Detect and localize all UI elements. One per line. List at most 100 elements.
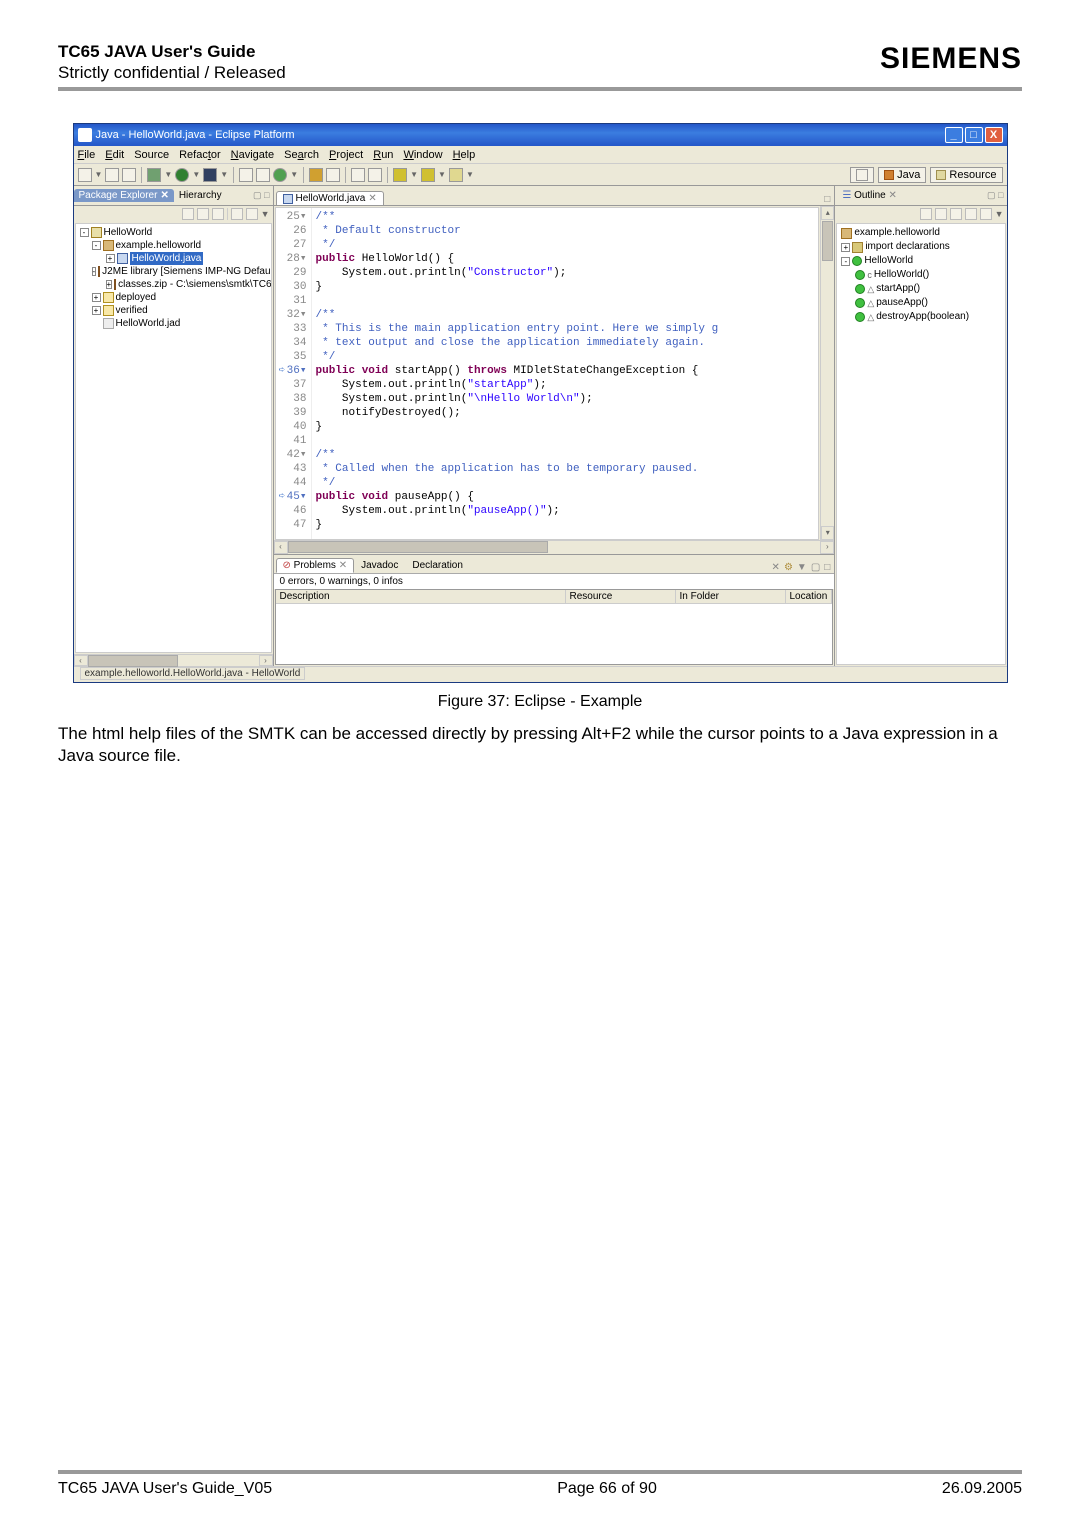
tab-outline[interactable]: ☰ Outline ✕ bbox=[837, 189, 902, 202]
tree-jad[interactable]: HelloWorld.jad bbox=[78, 317, 269, 330]
footer-divider bbox=[58, 1470, 1022, 1474]
menu-source[interactable]: Source bbox=[134, 149, 169, 161]
run-icon[interactable] bbox=[175, 168, 189, 182]
tab-package-explorer[interactable]: Package Explorer✕ bbox=[74, 189, 174, 202]
hide-local-icon[interactable] bbox=[980, 208, 992, 220]
tab-javadoc[interactable]: Javadoc bbox=[354, 558, 405, 573]
hide-static-icon[interactable] bbox=[950, 208, 962, 220]
filter-menu-icon[interactable]: ⚙ bbox=[784, 562, 793, 573]
problems-table[interactable]: Description Resource In Folder Location bbox=[275, 589, 834, 665]
tree-j2me-lib[interactable]: -J2ME library [Siemens IMP-NG Default D bbox=[78, 265, 269, 278]
close-icon[interactable]: ✕ bbox=[368, 193, 376, 204]
editor-horizontal-scrollbar[interactable]: ‹ › bbox=[274, 540, 835, 554]
header-divider bbox=[58, 87, 1022, 91]
outline-startapp[interactable]: △startApp() bbox=[839, 282, 1002, 296]
tree-package[interactable]: -example.helloworld bbox=[78, 239, 269, 252]
menu-project[interactable]: Project bbox=[329, 149, 363, 161]
footer-right: 26.09.2005 bbox=[942, 1480, 1022, 1498]
annotation-prev-icon[interactable] bbox=[351, 168, 365, 182]
new-icon[interactable] bbox=[78, 168, 92, 182]
up-nav-icon[interactable] bbox=[212, 208, 224, 220]
col-description[interactable]: Description bbox=[276, 590, 566, 603]
new-project-icon[interactable] bbox=[239, 168, 253, 182]
outline-destroyapp[interactable]: △destroyApp(boolean) bbox=[839, 310, 1002, 324]
menu-edit[interactable]: Edit bbox=[105, 149, 124, 161]
editor-code[interactable]: /** * Default constructor */ public Hell… bbox=[312, 208, 819, 539]
fwd-nav-icon[interactable] bbox=[197, 208, 209, 220]
window-titlebar[interactable]: Java - HelloWorld.java - Eclipse Platfor… bbox=[74, 124, 1007, 146]
maximize-editor-icon[interactable]: □ bbox=[820, 194, 834, 205]
maximize-button[interactable]: □ bbox=[965, 127, 983, 143]
view-menu-icon[interactable]: ▼ bbox=[797, 562, 807, 573]
menu-help[interactable]: Help bbox=[453, 149, 476, 161]
tab-declaration[interactable]: Declaration bbox=[405, 558, 470, 573]
horizontal-scrollbar[interactable]: ‹ › bbox=[74, 654, 273, 666]
forward-icon[interactable] bbox=[449, 168, 463, 182]
maximize-view-icon[interactable]: □ bbox=[824, 562, 830, 573]
tree-classes-zip[interactable]: +classes.zip - C:\siemens\smtk\TC65 bbox=[78, 278, 269, 291]
last-edit-icon[interactable] bbox=[393, 168, 407, 182]
filter-icon[interactable]: ✕ bbox=[772, 562, 780, 573]
annotation-next-icon[interactable] bbox=[368, 168, 382, 182]
brand-logo: SIEMENS bbox=[880, 42, 1022, 76]
outline-menu-icon[interactable]: ▼ bbox=[995, 209, 1004, 219]
tree-deployed[interactable]: +deployed bbox=[78, 291, 269, 304]
status-bar: example.helloworld.HelloWorld.java - Hel… bbox=[74, 666, 1007, 682]
new-class-icon[interactable] bbox=[273, 168, 287, 182]
menu-run[interactable]: Run bbox=[373, 149, 393, 161]
debug-icon[interactable] bbox=[147, 168, 161, 182]
doc-title: TC65 JAVA User's Guide bbox=[58, 42, 286, 62]
menu-refactor[interactable]: Refactor bbox=[179, 149, 221, 161]
tree-javafile[interactable]: +HelloWorld.java bbox=[78, 252, 269, 265]
menu-search[interactable]: Search bbox=[284, 149, 319, 161]
view-menu-icon[interactable]: ▢ □ bbox=[253, 190, 272, 201]
close-button[interactable]: X bbox=[985, 127, 1003, 143]
outline-imports[interactable]: +import declarations bbox=[839, 240, 1002, 254]
tree-verified[interactable]: +verified bbox=[78, 304, 269, 317]
perspective-resource[interactable]: Resource bbox=[930, 167, 1002, 183]
outline-class[interactable]: -HelloWorld bbox=[839, 254, 1002, 268]
menu-navigate[interactable]: Navigate bbox=[231, 149, 274, 161]
view-menu-dropdown-icon[interactable]: ▼ bbox=[261, 209, 270, 219]
col-resource[interactable]: Resource bbox=[566, 590, 676, 603]
save-icon[interactable] bbox=[105, 168, 119, 182]
collapse-icon[interactable] bbox=[231, 208, 243, 220]
back-icon[interactable] bbox=[421, 168, 435, 182]
tree-project[interactable]: -HelloWorld bbox=[78, 226, 269, 239]
col-location[interactable]: Location bbox=[786, 590, 833, 603]
hide-fields-icon[interactable] bbox=[935, 208, 947, 220]
menu-window[interactable]: Window bbox=[403, 149, 442, 161]
source-editor[interactable]: 25▾ 26 27 28▾ 29 30 31 32▾ 33 34 35 ➪36▾… bbox=[275, 207, 820, 540]
tab-hierarchy[interactable]: Hierarchy bbox=[174, 189, 227, 202]
sort-icon[interactable] bbox=[920, 208, 932, 220]
outline-package[interactable]: example.helloworld bbox=[839, 226, 1002, 240]
view-controls-icon[interactable]: ▢ □ bbox=[987, 190, 1006, 201]
open-type-icon[interactable] bbox=[309, 168, 323, 182]
open-perspective-button[interactable] bbox=[850, 167, 874, 183]
minimize-button[interactable]: _ bbox=[945, 127, 963, 143]
close-icon[interactable]: ✕ bbox=[339, 560, 347, 571]
footer-center: Page 66 of 90 bbox=[557, 1480, 657, 1498]
footer-left: TC65 JAVA User's Guide_V05 bbox=[58, 1480, 272, 1498]
minimize-view-icon[interactable]: ▢ bbox=[811, 562, 820, 573]
close-icon[interactable]: ✕ bbox=[160, 190, 168, 201]
vertical-scrollbar[interactable]: ▴ ▾ bbox=[820, 206, 834, 540]
search-icon[interactable] bbox=[326, 168, 340, 182]
close-icon[interactable]: ✕ bbox=[889, 190, 897, 201]
tab-problems[interactable]: ⊘ Problems ✕ bbox=[276, 558, 355, 573]
print-icon[interactable] bbox=[122, 168, 136, 182]
ext-tools-icon[interactable] bbox=[203, 168, 217, 182]
back-nav-icon[interactable] bbox=[182, 208, 194, 220]
menu-file[interactable]: File bbox=[78, 149, 96, 161]
perspective-java[interactable]: Java bbox=[878, 167, 926, 183]
toolbar: ▼ ▼ ▼ ▼ ▼ ▼ ▼ ▼ bbox=[74, 164, 1007, 186]
link-editor-icon[interactable] bbox=[246, 208, 258, 220]
new-package-icon[interactable] bbox=[256, 168, 270, 182]
outline-constructor[interactable]: cHelloWorld() bbox=[839, 268, 1002, 282]
body-paragraph: The html help files of the SMTK can be a… bbox=[58, 723, 1022, 767]
outline-pauseapp[interactable]: △pauseApp() bbox=[839, 296, 1002, 310]
col-infolder[interactable]: In Folder bbox=[676, 590, 786, 603]
window-title: Java - HelloWorld.java - Eclipse Platfor… bbox=[96, 129, 295, 141]
editor-tab-helloworld[interactable]: HelloWorld.java✕ bbox=[276, 191, 384, 205]
hide-nonpublic-icon[interactable] bbox=[965, 208, 977, 220]
